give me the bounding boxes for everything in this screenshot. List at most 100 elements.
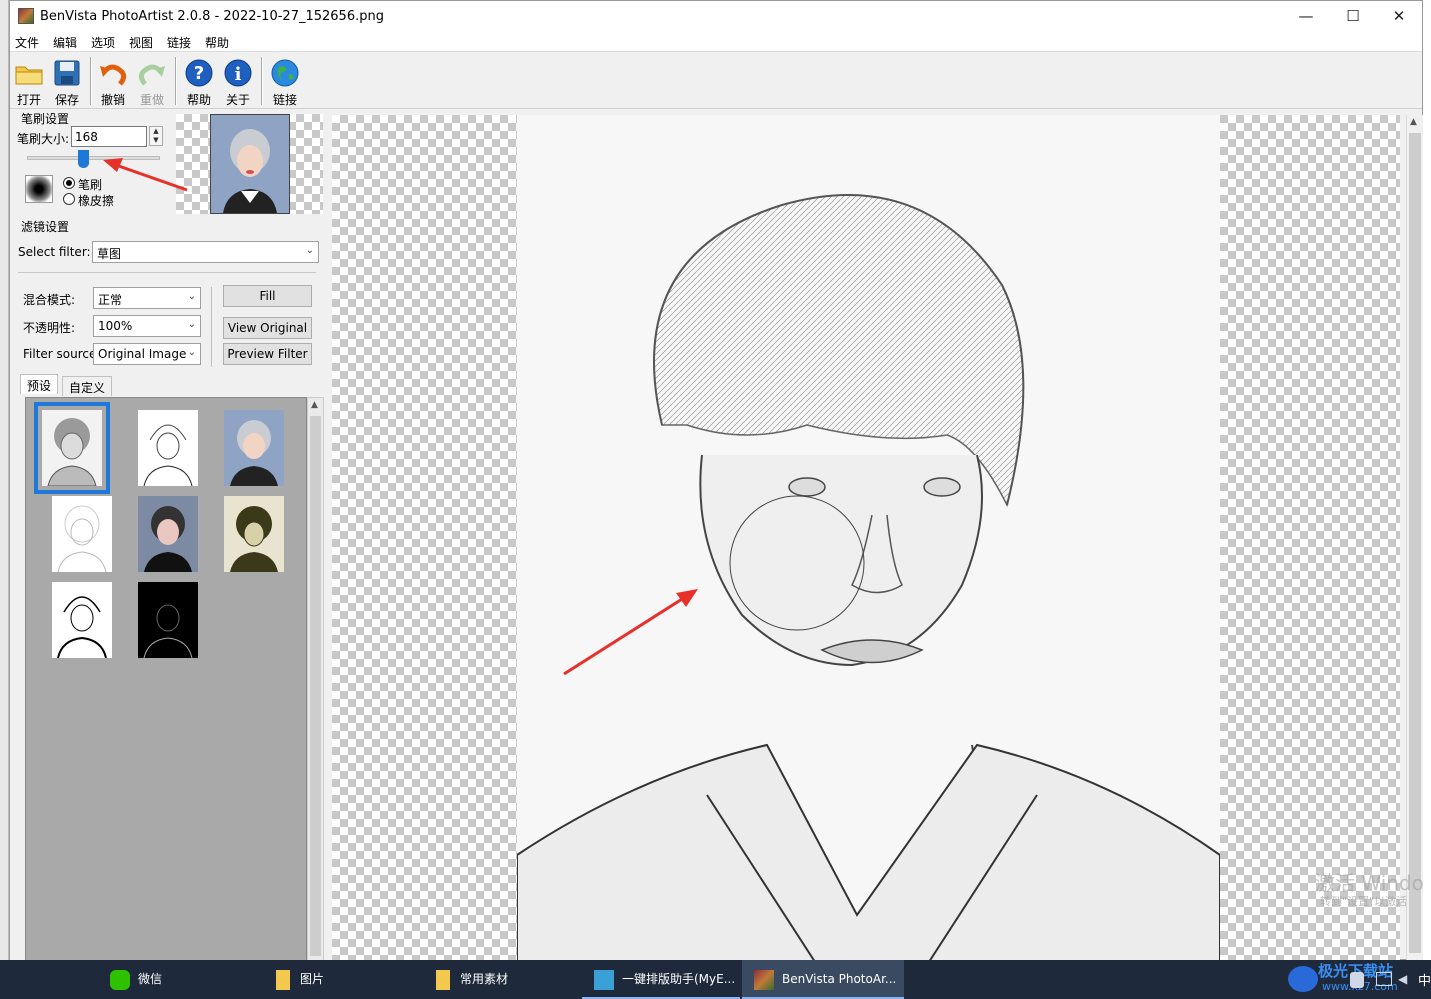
select-filter-dropdown[interactable]: 草图 ⌄ — [92, 241, 319, 263]
redo-icon — [138, 64, 165, 86]
redo-button[interactable]: 重做 — [133, 56, 171, 108]
brush-size-label: 笔刷大小: — [17, 132, 70, 146]
undo-icon — [100, 64, 127, 86]
taskbar-materials[interactable]: 常用素材 — [420, 960, 580, 999]
annotation-arrow-icon — [563, 589, 698, 676]
menu-edit[interactable]: 编辑 — [53, 34, 77, 51]
preset-contrast[interactable] — [138, 496, 198, 572]
preset-light-sketch-image — [57, 505, 107, 573]
toolbar-separator — [175, 57, 177, 105]
filter-settings-label: 滤镜设置 — [21, 220, 70, 234]
canvas-scrollbar[interactable]: ▲ — [1406, 115, 1423, 961]
fill-button[interactable]: Fill — [223, 285, 312, 307]
brush-preview-icon — [25, 175, 53, 203]
activate-windows-subtext: 转到"设置"以激活 — [1320, 895, 1408, 908]
open-button[interactable]: 打开 — [10, 56, 48, 108]
preset-ink[interactable] — [52, 582, 112, 659]
chevron-down-icon: ⌄ — [187, 291, 196, 302]
preset-stipple-image — [230, 506, 278, 572]
toolbar-separator — [261, 57, 263, 105]
preset-contrast-image — [144, 506, 192, 572]
network-icon[interactable] — [1376, 972, 1392, 986]
scroll-up-icon[interactable]: ▲ — [1410, 117, 1417, 127]
preset-sketch-art — [47, 418, 97, 487]
taskbar-photoartist[interactable]: BenVista PhotoAr... — [742, 960, 904, 999]
preset-color[interactable] — [224, 410, 284, 486]
preset-negative[interactable] — [138, 582, 198, 659]
divider — [18, 272, 316, 273]
minimize-button[interactable]: — — [1283, 1, 1329, 32]
preset-sketch[interactable] — [34, 402, 110, 494]
preset-stipple[interactable] — [224, 496, 284, 572]
app-icon — [18, 8, 34, 24]
photoartist-icon — [754, 970, 774, 990]
taskbar-myeditor[interactable]: 一键排版助手(MyE... — [582, 960, 740, 999]
preset-light-sketch[interactable] — [52, 496, 112, 573]
wechat-icon — [110, 970, 130, 990]
opacity-dropdown[interactable]: 100% ⌄ — [93, 315, 201, 337]
tab-custom[interactable]: 自定义 — [62, 376, 113, 396]
tab-presets[interactable]: 预设 — [20, 374, 59, 394]
eraser-mode-radio[interactable] — [63, 193, 75, 205]
about-button[interactable]: i 关于 — [219, 56, 257, 108]
portrait-thumbnail-art — [223, 129, 277, 213]
left-panel: 笔刷设置 笔刷大小: ▲▼ 笔刷 橡皮擦 滤镜设置 — [10, 110, 332, 961]
myeditor-icon — [594, 970, 614, 990]
maximize-button[interactable]: ☐ — [1330, 1, 1376, 32]
volume-icon[interactable]: ◀ — [1398, 972, 1407, 986]
xz7-logo-icon — [1288, 966, 1318, 992]
preview-filter-button[interactable]: Preview Filter — [223, 343, 312, 365]
preset-scrollbar-thumb[interactable] — [310, 416, 321, 956]
blend-mode-label: 混合模式: — [23, 293, 76, 307]
brush-size-spinner[interactable]: ▲ ▼ — [149, 126, 163, 146]
folder-icon — [276, 970, 290, 990]
save-button[interactable]: 保存 — [48, 56, 86, 108]
chevron-down-icon: ⌄ — [187, 347, 196, 358]
sketch-artwork — [517, 115, 1220, 961]
link-button[interactable]: 链接 — [266, 56, 304, 108]
menu-file[interactable]: 文件 — [15, 34, 39, 51]
open-label: 打开 — [16, 93, 41, 107]
menu-link[interactable]: 链接 — [167, 34, 191, 51]
info-icon: i — [224, 59, 252, 87]
close-button[interactable]: ✕ — [1376, 1, 1422, 32]
undo-button[interactable]: 撤销 — [94, 56, 132, 108]
view-original-button[interactable]: View Original — [223, 317, 312, 339]
canvas-scrollbar-thumb[interactable] — [1409, 133, 1421, 953]
filter-source-label: Filter source: — [23, 347, 101, 361]
brush-size-input[interactable] — [71, 126, 147, 147]
opacity-label: 不透明性: — [23, 321, 76, 335]
preset-line-art-image — [143, 424, 193, 487]
menu-view[interactable]: 视图 — [129, 34, 153, 51]
activate-windows-watermark: 激活 Windows — [1315, 871, 1431, 895]
desktop-edge — [1423, 0, 1431, 960]
brush-size-slider-thumb[interactable] — [77, 150, 89, 168]
blend-mode-dropdown[interactable]: 正常 ⌄ — [93, 287, 201, 309]
preset-scrollbar[interactable]: ▲ — [307, 397, 324, 961]
preset-line-art[interactable] — [138, 410, 198, 487]
taskbar-wechat-label: 微信 — [138, 972, 163, 986]
blend-mode-value: 正常 — [98, 293, 123, 307]
source-portrait-image — [210, 114, 290, 214]
scroll-up-icon[interactable]: ▲ — [311, 400, 318, 410]
shield-icon[interactable] — [1350, 972, 1364, 988]
vertical-divider — [211, 287, 212, 367]
brush-mode-radio[interactable] — [63, 177, 75, 189]
filter-source-dropdown[interactable]: Original Image ⌄ — [93, 343, 201, 365]
help-button[interactable]: ? 帮助 — [180, 56, 218, 108]
menu-options[interactable]: 选项 — [91, 34, 115, 51]
taskbar-pictures[interactable]: 图片 — [260, 960, 420, 999]
chevron-down-icon: ⌄ — [187, 319, 196, 330]
opacity-value: 100% — [98, 319, 133, 333]
menu-help[interactable]: 帮助 — [205, 34, 229, 51]
taskbar-wechat[interactable]: 微信 — [98, 960, 258, 999]
input-method-indicator[interactable]: 中 — [1418, 970, 1431, 989]
taskbar: 微信 图片 常用素材 一键排版助手(MyE... BenVista PhotoA… — [0, 960, 1431, 999]
sketch-image[interactable] — [517, 115, 1220, 961]
about-label: 关于 — [225, 93, 250, 107]
taskbar-pictures-label: 图片 — [300, 972, 325, 986]
select-filter-label: Select filter: — [18, 245, 91, 259]
background-window-strip — [0, 0, 9, 960]
globe-icon — [271, 59, 299, 87]
title-bar: BenVista PhotoArtist 2.0.8 - 2022-10-27_… — [10, 1, 1422, 32]
